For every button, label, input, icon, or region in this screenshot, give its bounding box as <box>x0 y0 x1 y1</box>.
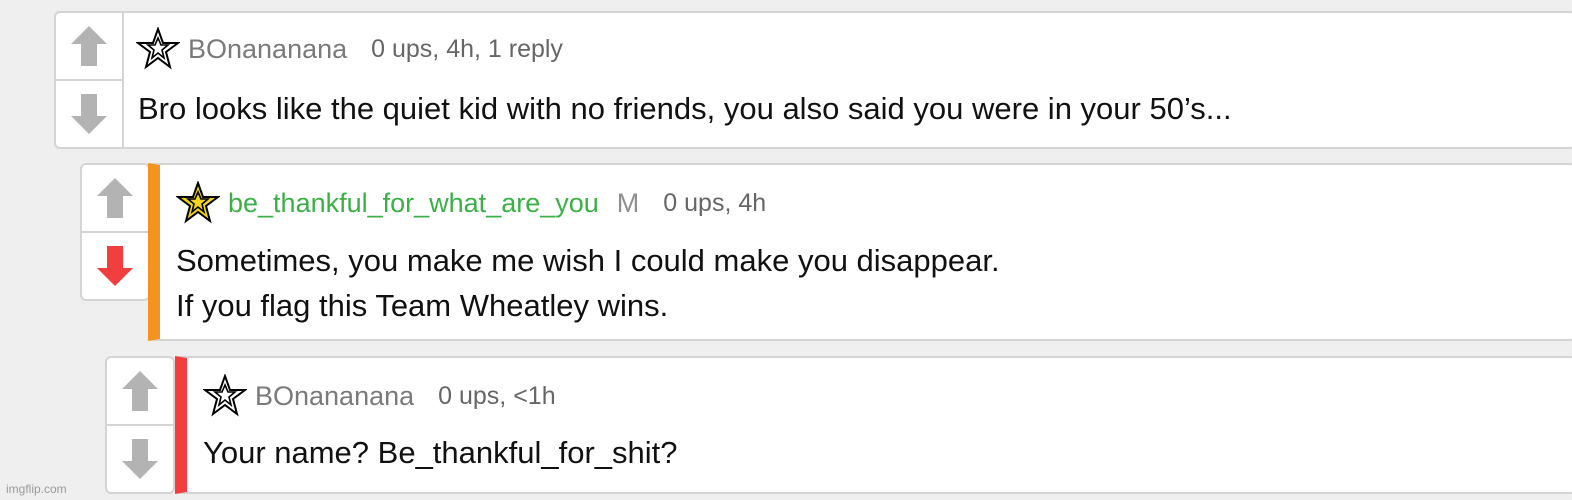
comment-text-line: Your name? Be_thankful_for_shit? <box>203 435 678 470</box>
downvote-arrow-icon <box>69 92 109 136</box>
watermark: imgflip.com <box>6 482 67 496</box>
comment-header: be_thankful_for_what_are_you M 0 ups, 4h <box>175 180 767 225</box>
comment-text: Your name? Be_thankful_for_shit? <box>203 430 678 475</box>
comment-text-line: Bro looks like the quiet kid with no fri… <box>138 91 1232 126</box>
downvote-arrow-icon <box>95 244 135 288</box>
username-link[interactable]: BOnananana <box>255 381 414 412</box>
star-badge-icon <box>135 26 181 71</box>
comment-meta: 0 ups, <1h <box>438 381 556 410</box>
mod-badge: M <box>616 187 640 218</box>
comment-text: Sometimes, you make me wish I could make… <box>176 238 1000 328</box>
upvote-button[interactable] <box>56 13 122 81</box>
comment-meta: 0 ups, 4h, 1 reply <box>371 34 563 63</box>
downvote-arrow-icon <box>120 437 160 481</box>
upvote-arrow-icon <box>95 176 135 220</box>
downvote-button[interactable] <box>82 233 148 299</box>
star-badge-icon <box>202 373 248 418</box>
downvote-button[interactable] <box>56 81 122 147</box>
comment-header: BOnananana 0 ups, <1h <box>202 373 556 418</box>
comment-text-line: Sometimes, you make me wish I could make… <box>176 243 1000 278</box>
vote-box <box>54 11 124 149</box>
upvote-button[interactable] <box>82 165 148 233</box>
comment-1: BOnananana 0 ups, 4h, 1 reply Bro looks … <box>54 11 1572 149</box>
comment-text-line: If you flag this Team Wheatley wins. <box>176 288 669 323</box>
comment-2: be_thankful_for_what_are_you M 0 ups, 4h… <box>148 163 1572 341</box>
comment-header: BOnananana 0 ups, 4h, 1 reply <box>135 26 563 71</box>
downvote-button[interactable] <box>107 426 173 492</box>
comment-meta: 0 ups, 4h <box>663 188 767 217</box>
comment-text: Bro looks like the quiet kid with no fri… <box>138 86 1232 131</box>
vote-box <box>80 163 150 301</box>
vote-box <box>105 356 175 494</box>
upvote-arrow-icon <box>120 369 160 413</box>
star-badge-icon <box>175 180 221 225</box>
upvote-button[interactable] <box>107 358 173 426</box>
upvote-arrow-icon <box>69 24 109 68</box>
username-link[interactable]: be_thankful_for_what_are_you <box>228 188 599 219</box>
username-link[interactable]: BOnananana <box>188 34 347 65</box>
comment-3: BOnananana 0 ups, <1h Your name? Be_than… <box>175 356 1572 494</box>
